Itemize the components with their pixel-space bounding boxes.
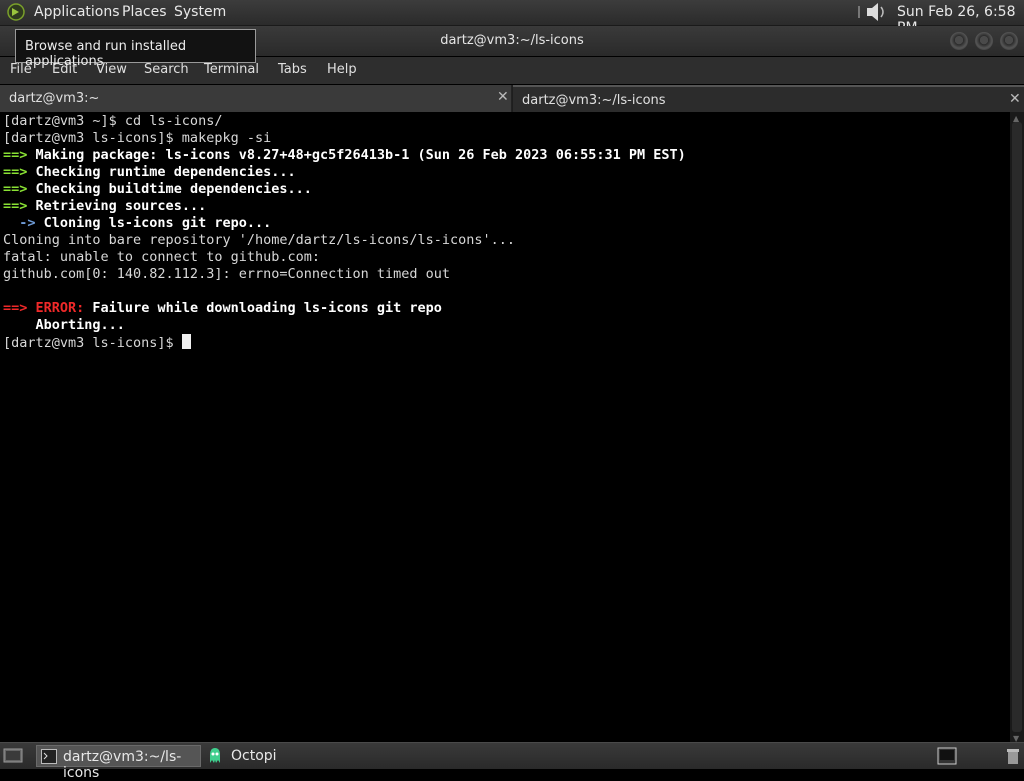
taskbar-terminal[interactable]: dartz@vm3:~/ls-icons — [36, 745, 201, 781]
applications-menu[interactable]: Applications — [34, 4, 120, 20]
close-tab-icon[interactable]: ✕ — [1009, 91, 1021, 107]
system-menu[interactable]: System — [174, 4, 226, 20]
terminal-message: Making package: ls-icons v8.27+48+gc5f26… — [27, 147, 686, 163]
minimize-button[interactable] — [950, 32, 968, 50]
applications-tooltip: Browse and run installed applications — [15, 29, 256, 69]
terminal-line: ==> Checking buildtime dependencies... — [3, 181, 686, 198]
tab-label: dartz@vm3:~/ls-icons — [522, 93, 666, 108]
terminal-message: Retrieving sources... — [27, 198, 207, 214]
terminal-text: Cloning into bare repository '/home/dart… — [3, 232, 516, 248]
terminal-message: Failure while downloading ls-icons git r… — [84, 300, 442, 316]
menu-tabs[interactable]: Tabs — [278, 62, 307, 77]
scroll-down-icon[interactable]: ▼ — [1013, 734, 1021, 743]
scroll-up-icon[interactable]: ▲ — [1013, 114, 1021, 123]
show-desktop-icon[interactable] — [3, 747, 23, 765]
terminal-line: Cloning into bare repository '/home/dart… — [3, 232, 686, 249]
close-window-button[interactable] — [1000, 32, 1018, 50]
terminal-line: [dartz@vm3 ls-icons]$ — [3, 334, 686, 351]
tab-label: dartz@vm3:~ — [9, 91, 100, 106]
terminal-message: Aborting... — [3, 317, 125, 333]
terminal-output[interactable]: [dartz@vm3 ~]$ cd ls-icons/[dartz@vm3 ls… — [0, 112, 1010, 742]
menu-help[interactable]: Help — [327, 62, 357, 77]
status-arrow: ==> — [3, 181, 28, 197]
terminal-tray-icon[interactable] — [937, 747, 957, 765]
terminal-icon — [41, 749, 57, 764]
tab-home[interactable]: dartz@vm3:~ ✕ — [0, 85, 512, 112]
terminal-line: [dartz@vm3 ls-icons]$ makepkg -si — [3, 130, 686, 147]
terminal-line: github.com[0: 140.82.112.3]: errno=Conne… — [3, 266, 686, 283]
maximize-button[interactable] — [975, 32, 993, 50]
terminal-text: github.com[0: 140.82.112.3]: errno=Conne… — [3, 266, 451, 282]
terminal-line: ==> Making package: ls-icons v8.27+48+gc… — [3, 147, 686, 164]
error-label: ERROR: — [27, 300, 85, 316]
taskbar-octopi[interactable]: Octopi — [205, 745, 325, 767]
trash-icon[interactable] — [1004, 747, 1022, 765]
terminal-message: Cloning ls-icons git repo... — [35, 215, 272, 231]
scrollbar-thumb[interactable] — [1012, 122, 1022, 732]
taskbar-label: dartz@vm3:~/ls-icons — [63, 749, 182, 781]
status-arrow: ==> — [3, 147, 28, 163]
tab-ls-icons[interactable]: dartz@vm3:~/ls-icons ✕ — [513, 85, 1024, 112]
terminal-line: ==> Retrieving sources... — [3, 198, 686, 215]
tab-bar: dartz@vm3:~ ✕ dartz@vm3:~/ls-icons ✕ — [0, 85, 1024, 112]
terminal-line: ==> ERROR: Failure while downloading ls-… — [3, 300, 686, 317]
terminal-scrollbar[interactable]: ▲ ▼ — [1010, 112, 1024, 743]
distro-logo-icon[interactable] — [6, 3, 26, 21]
bottom-panel: dartz@vm3:~/ls-icons Octopi — [0, 742, 1024, 781]
terminal-message: Checking runtime dependencies... — [27, 164, 296, 180]
terminal-line: Aborting... — [3, 317, 686, 334]
close-tab-icon[interactable]: ✕ — [497, 89, 509, 105]
terminal-text: [dartz@vm3 ls-icons]$ — [3, 335, 182, 351]
terminal-text: [dartz@vm3 ls-icons]$ makepkg -si — [3, 130, 272, 146]
terminal-text: fatal: unable to connect to github.com: — [3, 249, 320, 265]
terminal-line: fatal: unable to connect to github.com: — [3, 249, 686, 266]
top-panel: Applications Places System Sun Feb 26, 6… — [0, 0, 1024, 36]
volume-icon[interactable] — [855, 2, 889, 22]
error-arrow: ==> — [3, 300, 28, 316]
menu-terminal[interactable]: Terminal — [204, 62, 259, 77]
taskbar-label: Octopi — [231, 748, 277, 764]
terminal-line: [dartz@vm3 ~]$ cd ls-icons/ — [3, 113, 686, 130]
sub-arrow: -> — [3, 215, 36, 231]
status-arrow: ==> — [3, 198, 28, 214]
places-menu[interactable]: Places — [122, 4, 167, 20]
terminal-message: Checking buildtime dependencies... — [27, 181, 312, 197]
octopi-icon — [210, 748, 220, 763]
terminal-text: [dartz@vm3 ~]$ cd ls-icons/ — [3, 113, 223, 129]
terminal-line: -> Cloning ls-icons git repo... — [3, 215, 686, 232]
terminal-line: ==> Checking runtime dependencies... — [3, 164, 686, 181]
menu-search[interactable]: Search — [144, 62, 189, 77]
terminal-cursor — [181, 334, 191, 349]
status-arrow: ==> — [3, 164, 28, 180]
